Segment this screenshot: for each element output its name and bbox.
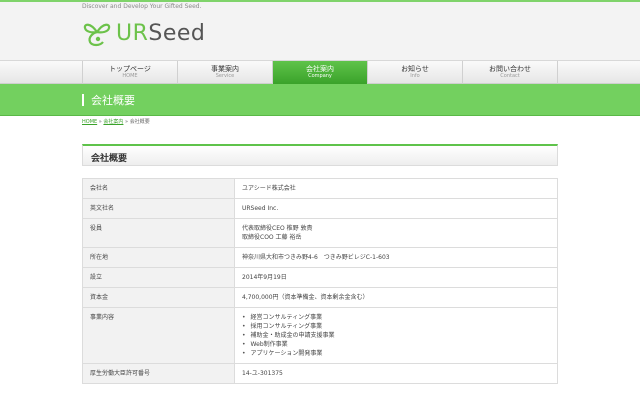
table-row: 役員 代表取締役CEO 椎野 敦貴 取締役COO 工藤 裕岳	[82, 218, 558, 248]
row-value: ユアシード株式会社	[234, 178, 558, 199]
row-value: 2014年9月19日	[234, 267, 558, 288]
table-row: 所在地 神奈川県大和市つきみ野4-6 つきみ野ビレジC-1-603	[82, 247, 558, 268]
nav-item-home[interactable]: トップページ HOME	[83, 61, 178, 84]
list-item: 補助金・助成金の申請支援事業	[242, 331, 550, 340]
breadcrumb-home-link[interactable]: HOME	[82, 119, 97, 125]
nav-item-contact[interactable]: お問い合わせ Contact	[463, 61, 558, 84]
list-item: アプリケーション開発事業	[242, 349, 550, 358]
list-item: 経営コンサルティング事業	[242, 313, 550, 322]
company-info-table: 会社名 ユアシード株式会社 英文社名 URSeed Inc. 役員 代表取締役C…	[82, 178, 558, 384]
global-nav: トップページ HOME 事業案内 Service 会社案内 Company お知らせ I…	[0, 60, 640, 84]
list-item: 採用コンサルティング事業	[242, 322, 550, 331]
officer-ceo: 代表取締役CEO 椎野 敦貴	[242, 225, 313, 232]
row-value: 14-ユ-301375	[234, 363, 558, 384]
table-row: 資本金 4,700,000円（資本準備金、資本剰余金含む）	[82, 287, 558, 308]
section-heading: 会社概要	[82, 144, 558, 166]
nav-item-info[interactable]: お知らせ Info	[368, 61, 463, 84]
breadcrumb-current: 会社概要	[129, 119, 150, 125]
row-label: 事業内容	[82, 307, 235, 364]
seed-sprout-icon	[83, 23, 111, 47]
table-row: 事業内容 経営コンサルティング事業 採用コンサルティング事業 補助金・助成金の申…	[82, 307, 558, 364]
table-row: 会社名 ユアシード株式会社	[82, 178, 558, 199]
officer-coo: 取締役COO 工藤 裕岳	[242, 234, 302, 241]
page-banner: 会社概要	[0, 84, 640, 116]
row-value: 4,700,000円（資本準備金、資本剰余金含む）	[234, 287, 558, 308]
table-row: 厚生労働大臣許可番号 14-ユ-301375	[82, 363, 558, 384]
row-value: 代表取締役CEO 椎野 敦貴 取締役COO 工藤 裕岳	[234, 218, 558, 248]
breadcrumb: HOME » 会社案内 » 会社概要	[82, 119, 150, 125]
site-logo[interactable]: URSeed	[82, 17, 205, 49]
table-row: 英文社名 URSeed Inc.	[82, 198, 558, 219]
nav-item-service[interactable]: 事業案内 Service	[178, 61, 273, 84]
banner-accent-bar	[82, 94, 84, 106]
row-label: 会社名	[82, 178, 235, 199]
breadcrumb-company-link[interactable]: 会社案内	[103, 119, 123, 125]
row-label: 役員	[82, 218, 235, 248]
site-header: Discover and Develop Your Gifted Seed. U…	[0, 0, 640, 60]
logo-wordmark: URSeed	[116, 20, 206, 46]
business-list: 経営コンサルティング事業 採用コンサルティング事業 補助金・助成金の申請支援事業…	[242, 313, 550, 358]
site-tagline: Discover and Develop Your Gifted Seed.	[82, 3, 202, 10]
list-item: Web制作事業	[242, 340, 550, 349]
row-value: URSeed Inc.	[234, 198, 558, 219]
row-label: 厚生労働大臣許可番号	[82, 363, 235, 384]
row-label: 資本金	[82, 287, 235, 308]
row-value: 神奈川県大和市つきみ野4-6 つきみ野ビレジC-1-603	[234, 247, 558, 268]
nav-item-company[interactable]: 会社案内 Company	[273, 61, 368, 84]
row-label: 英文社名	[82, 198, 235, 219]
page-title: 会社概要	[91, 94, 135, 107]
row-value: 経営コンサルティング事業 採用コンサルティング事業 補助金・助成金の申請支援事業…	[234, 307, 558, 364]
table-row: 設立 2014年9月19日	[82, 267, 558, 288]
row-label: 所在地	[82, 247, 235, 268]
row-label: 設立	[82, 267, 235, 288]
